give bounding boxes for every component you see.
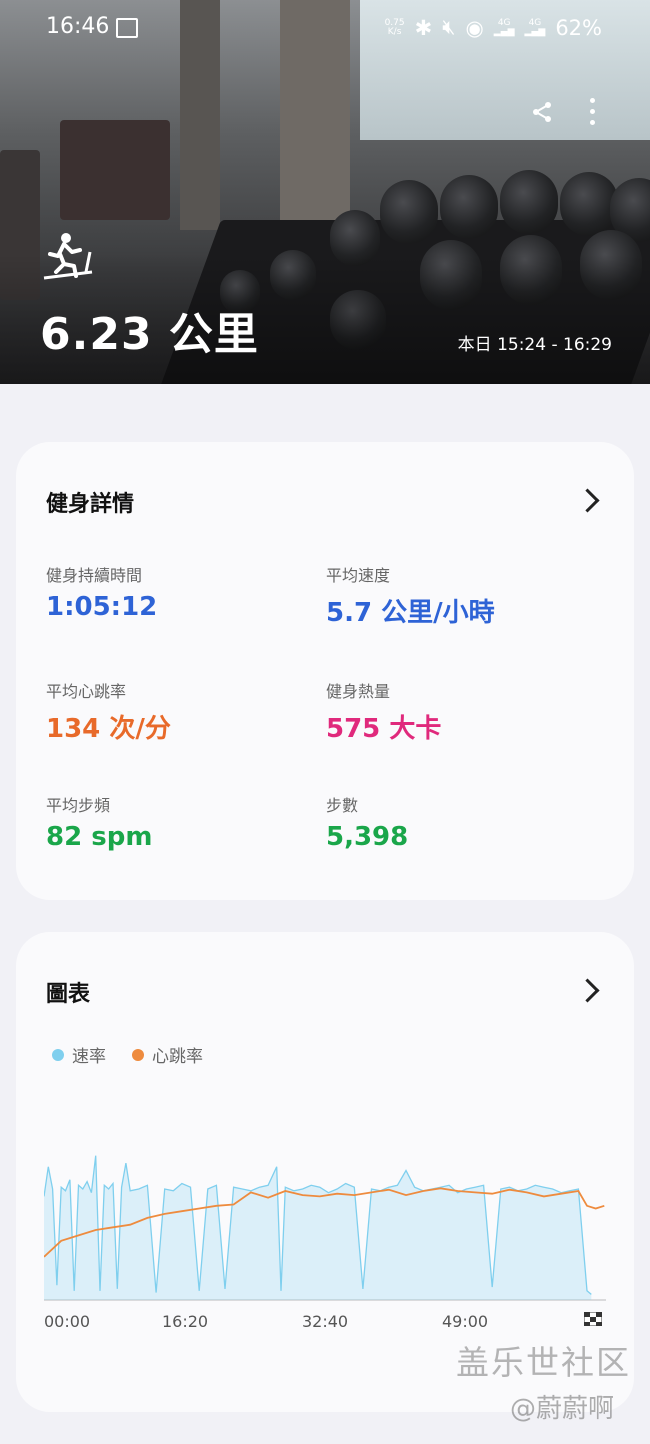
avg-cadence-value: 82 spm — [46, 822, 153, 852]
legend-heart-rate: 心跳率 — [152, 1047, 203, 1067]
chevron-right-icon[interactable] — [575, 488, 600, 513]
x-tick-label: 16:20 — [162, 1312, 209, 1331]
signal2-label: 4G — [528, 17, 542, 28]
chart-title: 圖表 — [46, 982, 91, 1007]
share-icon[interactable] — [530, 100, 554, 124]
calories-label: 健身熱量 — [326, 682, 391, 701]
avg-speed-value: 5.7 公里/小時 — [326, 598, 495, 628]
chevron-right-icon[interactable] — [575, 978, 600, 1003]
dumbbell-image — [380, 180, 438, 244]
series-area-speed — [44, 1155, 592, 1300]
x-tick-label: 32:40 — [302, 1312, 349, 1331]
signal-4g-icon: 4G ▂▄▆ — [493, 17, 515, 37]
chart-legend: 速率 心跳率 — [52, 1042, 203, 1067]
avg-heart-rate-label: 平均心跳率 — [46, 682, 127, 701]
watermark-community: 盖乐世社区 — [456, 1343, 631, 1382]
signal1-label: 4G — [497, 17, 511, 28]
x-tick-label: 49:00 — [442, 1312, 489, 1331]
avg-cadence-label: 平均步頻 — [46, 796, 111, 815]
gallery-icon — [116, 18, 138, 38]
net-speed: 0.75 K/s — [385, 18, 405, 37]
dumbbell-image — [500, 170, 558, 234]
steps-value: 5,398 — [326, 822, 409, 852]
status-icons: 0.75 K/s ✱ 🔇︎ ◉ 4G ▂▄▆ 4G ▂▄▆ 62% — [385, 15, 602, 40]
x-tick-label: 00:00 — [44, 1312, 91, 1331]
workout-distance: 6.23 公里 — [40, 309, 259, 360]
status-time: 16:46 — [46, 14, 110, 39]
avg-speed-label: 平均速度 — [326, 566, 391, 585]
watermark-username: @蔚蔚啊 — [510, 1394, 615, 1424]
battery-level: 62% — [555, 15, 602, 40]
equipment-background — [60, 120, 170, 220]
legend-dot-heart-rate — [132, 1048, 144, 1061]
details-title: 健身詳情 — [46, 492, 135, 517]
duration-label: 健身持續時間 — [46, 566, 143, 585]
avg-heart-rate-value: 134 次/分 — [46, 714, 171, 744]
hotspot-icon: ◉ — [465, 15, 484, 40]
workout-time-range: 本日 15:24 - 16:29 — [457, 335, 612, 355]
dumbbell-image — [440, 175, 498, 239]
speed-heart-rate-chart[interactable] — [44, 1152, 608, 1302]
hero-banner: 16:46 0.75 K/s ✱ 🔇︎ ◉ 4G ▂▄▆ 4G ▂▄▆ 62% 6.… — [0, 0, 650, 384]
calories-value: 575 大卡 — [326, 714, 442, 744]
legend-dot-speed — [52, 1048, 64, 1061]
net-speed-unit: K/s — [387, 26, 402, 37]
status-bar: 16:46 0.75 K/s ✱ 🔇︎ ◉ 4G ▂▄▆ 4G ▂▄▆ 62% — [0, 12, 650, 44]
more-options-icon[interactable] — [590, 98, 596, 126]
finish-flag-icon — [584, 1312, 602, 1326]
signal-4g-icon: 4G ▂▄▆ — [524, 17, 546, 37]
steps-label: 步數 — [326, 796, 359, 815]
bluetooth-icon: ✱ — [414, 15, 433, 40]
workout-details-card[interactable]: 健身詳情 健身持續時間 1:05:12 平均速度 5.7 公里/小時 平均心跳率… — [16, 442, 634, 900]
mute-icon: 🔇︎ — [442, 15, 456, 39]
duration-value: 1:05:12 — [46, 592, 158, 622]
legend-speed: 速率 — [72, 1047, 106, 1067]
treadmill-run-icon — [43, 233, 93, 280]
